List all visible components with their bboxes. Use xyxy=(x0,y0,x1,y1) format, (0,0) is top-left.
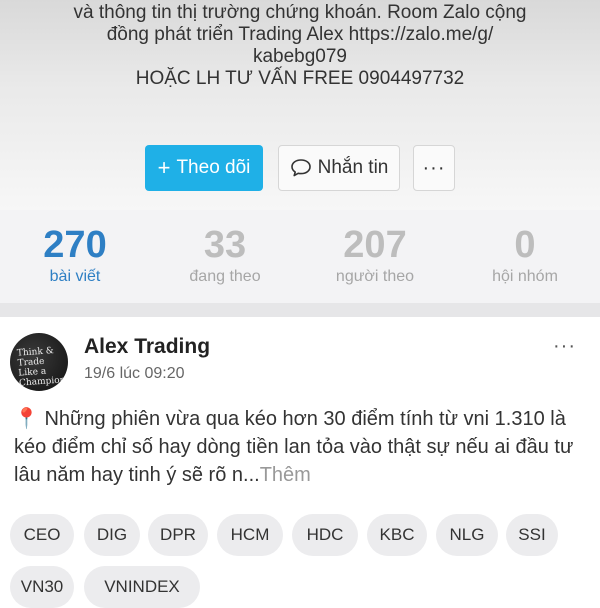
bio-line: đồng phát triển Trading Alex https://zal… xyxy=(106,24,494,45)
chat-bubble-icon xyxy=(290,159,311,177)
tag-chip[interactable]: SSI xyxy=(506,514,558,556)
bio-line: HOẶC LH TƯ VẤN FREE 0904497732 xyxy=(135,68,465,89)
message-button[interactable]: Nhắn tin xyxy=(278,145,400,191)
tag-chip[interactable]: NLG xyxy=(436,514,498,556)
profile-header: và thông tin thị trường chứng khoán. Roo… xyxy=(0,0,600,210)
stat-label: người theo xyxy=(335,268,415,285)
pin-icon: 📍 xyxy=(14,408,39,430)
stat-posts[interactable]: 270 bài viết xyxy=(0,210,150,303)
follow-button[interactable]: + Theo dõi xyxy=(145,145,263,191)
tag-chip[interactable]: KBC xyxy=(367,514,427,556)
message-label: Nhắn tin xyxy=(317,157,389,178)
avatar[interactable]: Think & Trade Like a Champion xyxy=(10,333,68,391)
tag-chip[interactable]: VNINDEX xyxy=(84,566,200,608)
stat-label: bài viết xyxy=(49,268,101,285)
stat-value: 33 xyxy=(203,224,247,266)
tag-chip[interactable]: DIG xyxy=(84,514,140,556)
tag-chip[interactable]: DPR xyxy=(148,514,208,556)
stat-followers[interactable]: 207 người theo xyxy=(300,210,450,303)
tag-chip[interactable]: VN30 xyxy=(10,566,74,608)
more-dots-icon: ··· xyxy=(422,156,446,179)
tag-chip[interactable]: CEO xyxy=(10,514,74,556)
profile-bio: và thông tin thị trường chứng khoán. Roo… xyxy=(0,0,600,90)
post-author[interactable]: Alex Trading xyxy=(84,335,210,359)
section-divider xyxy=(0,303,600,317)
stat-label: đang theo xyxy=(189,268,261,285)
tag-chip[interactable]: HCM xyxy=(217,514,283,556)
plus-icon: + xyxy=(157,155,171,180)
follow-label: Theo dõi xyxy=(176,157,251,178)
bio-line: kabebg079 xyxy=(252,46,348,67)
post-time: 19/6 lúc 09:20 xyxy=(84,365,185,382)
tag-chip[interactable]: HDC xyxy=(292,514,358,556)
stat-following[interactable]: 33 đang theo xyxy=(150,210,300,303)
stat-value: 270 xyxy=(43,224,107,266)
bio-line: và thông tin thị trường chứng khoán. Roo… xyxy=(73,2,527,23)
stat-groups[interactable]: 0 hội nhóm xyxy=(450,210,600,303)
post-text: 📍 Những phiên vừa qua kéo hơn 30 điểm tí… xyxy=(14,405,584,489)
post-card: Think & Trade Like a Champion Alex Tradi… xyxy=(0,317,600,608)
profile-stats: 270 bài viết 33 đang theo 207 người theo… xyxy=(0,210,600,303)
post-more-icon[interactable]: ··· xyxy=(553,335,576,358)
see-more-link[interactable]: Thêm xyxy=(260,464,311,486)
avatar-image-text: Think & Trade Like a Champion xyxy=(16,346,66,389)
stat-label: hội nhóm xyxy=(492,268,558,285)
stat-value: 0 xyxy=(514,224,536,266)
more-options-button[interactable]: ··· xyxy=(413,145,455,191)
stat-value: 207 xyxy=(343,224,407,266)
